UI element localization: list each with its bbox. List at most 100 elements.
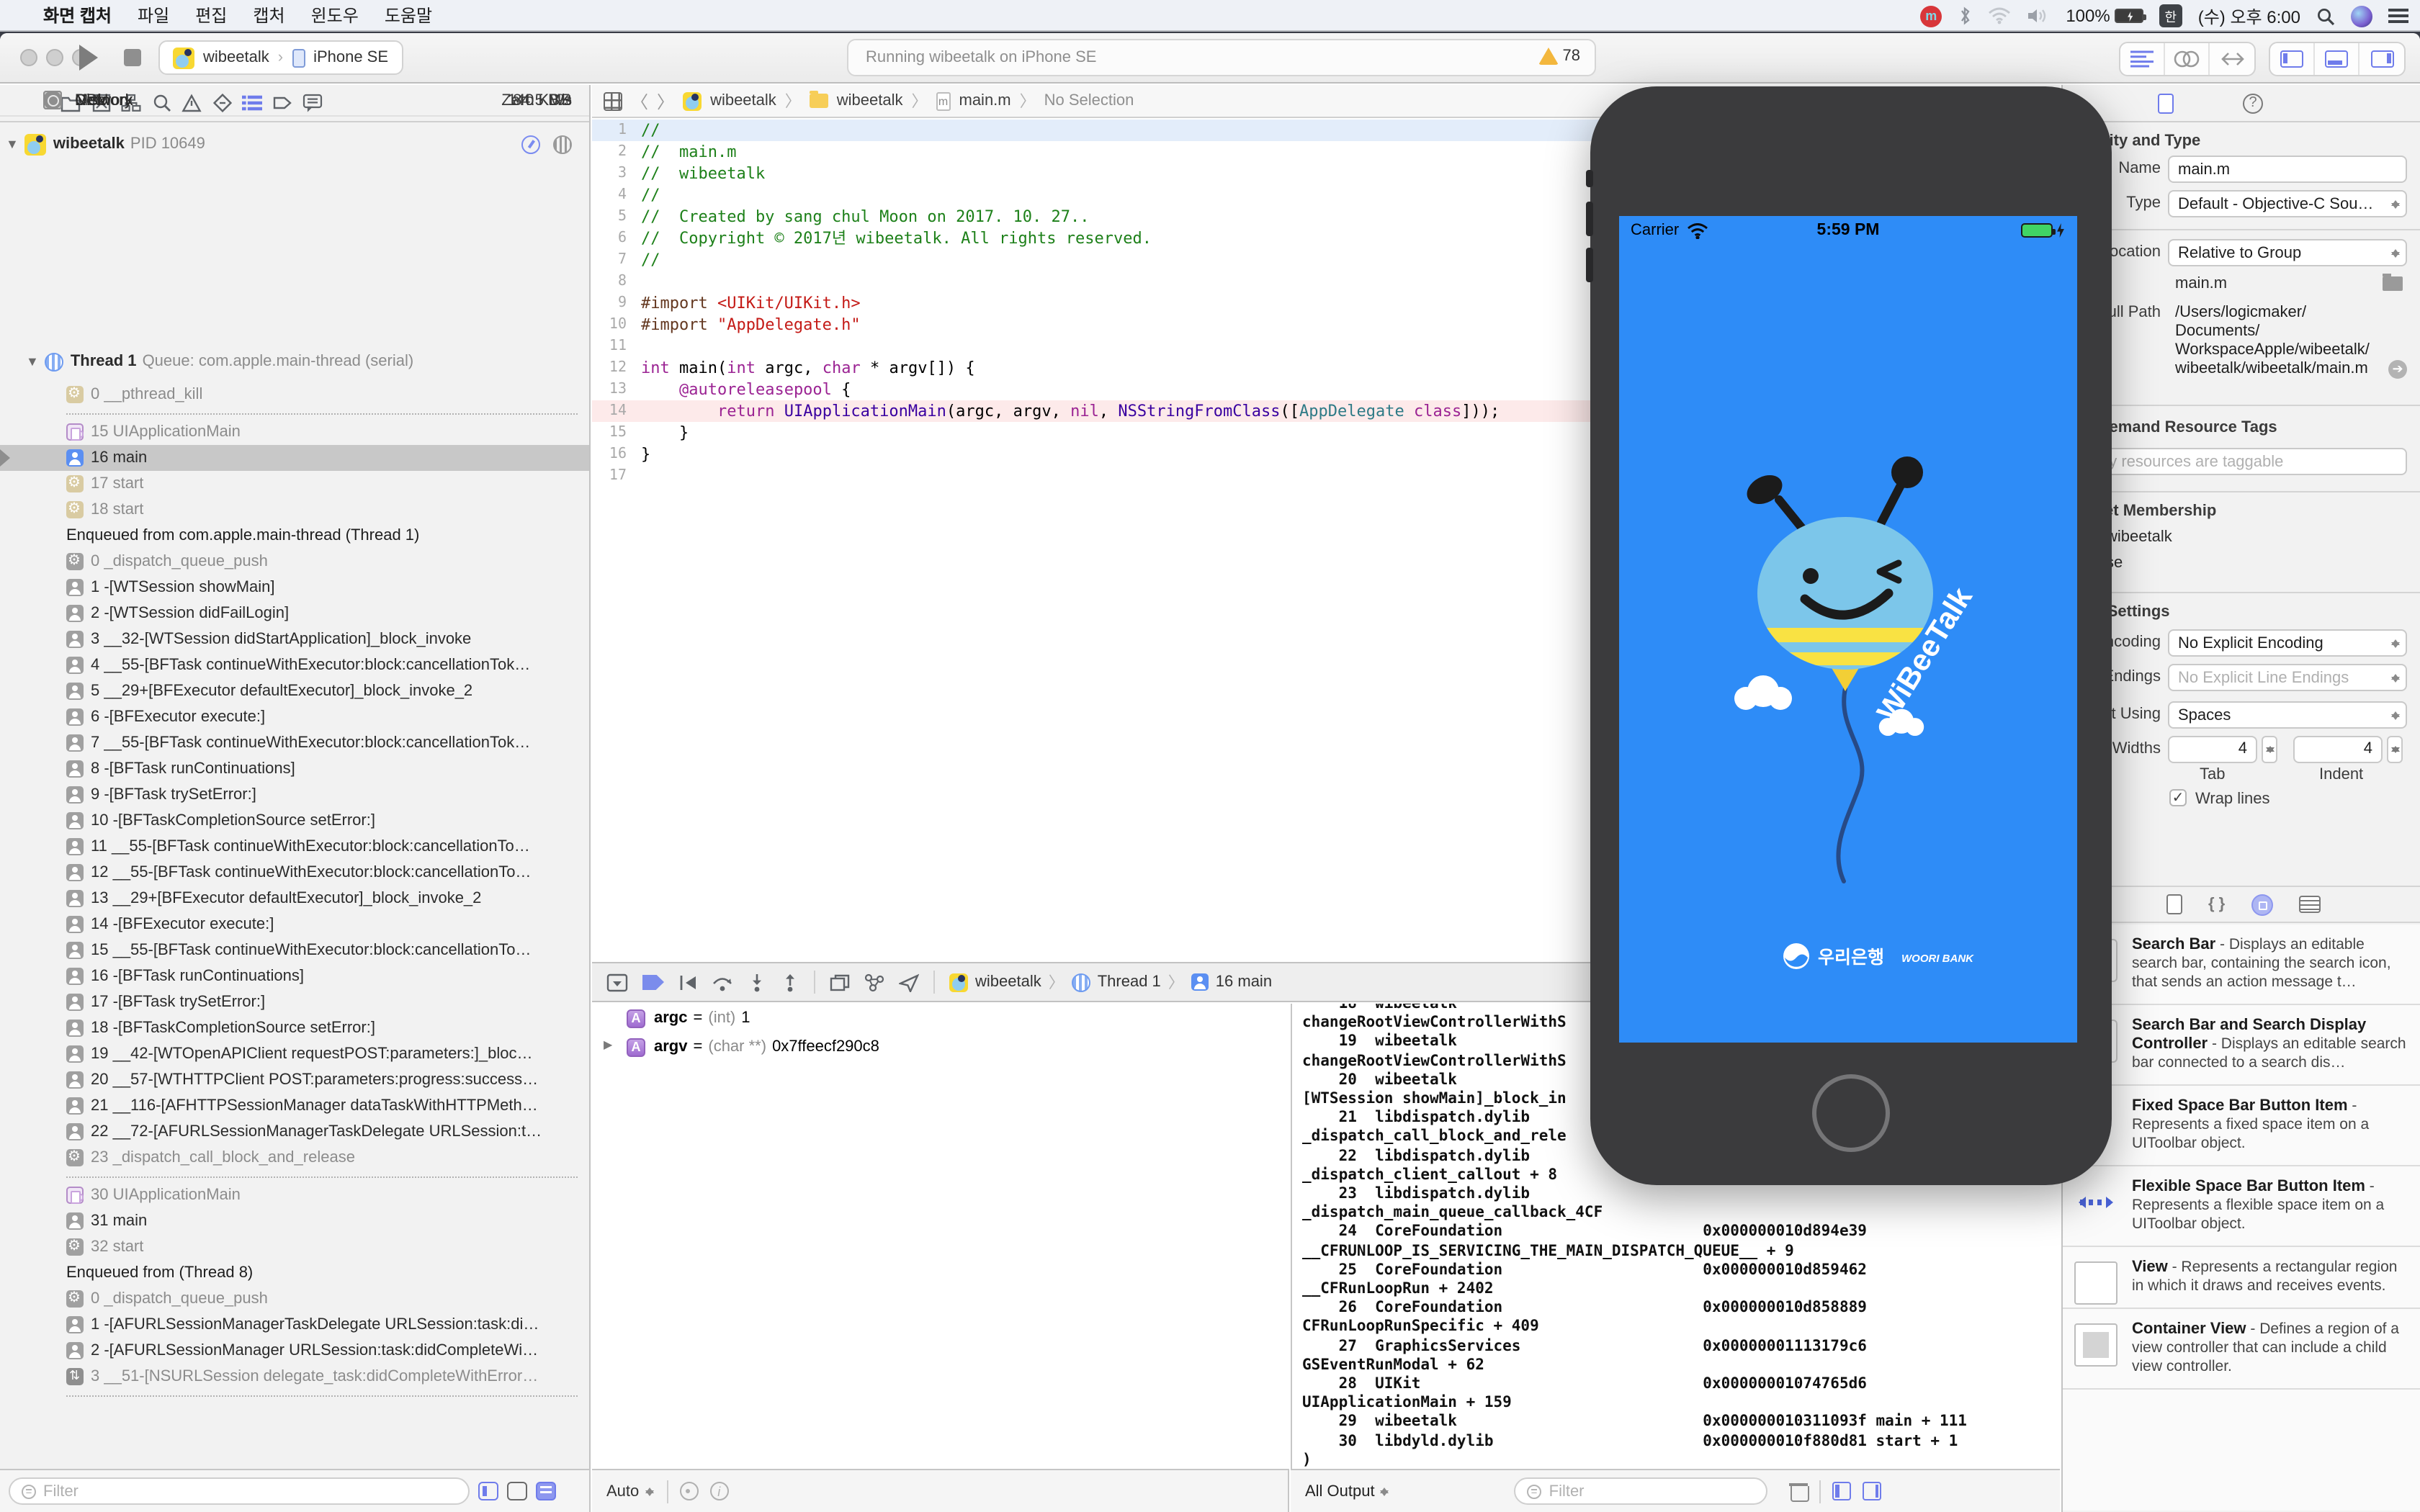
thread-row[interactable]: ▼ Thread 1 Queue: com.apple.main-thread … (0, 347, 589, 376)
menu-item[interactable]: 캡처 (253, 3, 284, 27)
console-filter-input[interactable]: Filter (1515, 1477, 1768, 1505)
gauge-icon[interactable] (521, 135, 540, 153)
notification-center-icon[interactable] (2388, 9, 2408, 23)
menubar-app-icon[interactable]: m (1920, 5, 1942, 27)
siri-icon[interactable] (2351, 5, 2372, 27)
stack-frame-row[interactable]: 7 __55-[BFTask continueWithExecutor:bloc… (0, 730, 589, 756)
variable-scope-dropdown[interactable]: Auto (606, 1482, 655, 1500)
stack-frame-row[interactable]: 0 __pthread_kill (0, 382, 589, 408)
stop-button[interactable] (124, 49, 141, 66)
wifi-off-icon[interactable] (1988, 7, 2011, 24)
breadcrumb-group[interactable]: wibeetalk (837, 92, 903, 109)
menu-item[interactable]: 도움말 (385, 3, 432, 27)
wrap-lines-checkbox[interactable]: ✓ (2169, 789, 2187, 806)
library-item[interactable]: Flexible Space Bar Button Item - Represe… (2063, 1166, 2420, 1247)
file-inspector-tab[interactable] (2158, 93, 2174, 113)
related-items-icon[interactable] (604, 91, 622, 110)
forward-button[interactable]: 〉 (657, 89, 674, 113)
breakpoints-toggle-button[interactable] (642, 974, 664, 990)
show-variables-pane-icon[interactable] (1833, 1482, 1852, 1500)
stack-frame-row[interactable]: 17 start (0, 471, 589, 497)
volume-icon[interactable] (2027, 7, 2050, 24)
code-snippet-library-tab[interactable]: { } (2208, 896, 2225, 913)
stack-frame-row[interactable]: 32 start (0, 1234, 589, 1260)
tab-width-stepper[interactable] (2262, 736, 2277, 763)
file-template-library-tab[interactable] (2166, 894, 2182, 914)
show-running-blocks-icon[interactable] (507, 1482, 527, 1500)
location-dropdown[interactable]: Relative to Group (2168, 239, 2407, 266)
close-window-button[interactable] (20, 49, 37, 66)
quicklook-icon[interactable] (679, 1482, 698, 1500)
stack-frame-row[interactable]: 13 __29+[BFExecutor defaultExecutor]_blo… (0, 886, 589, 912)
stack-frame-row[interactable]: 21 __116-[AFHTTPSessionManager dataTaskW… (0, 1093, 589, 1119)
warning-count[interactable]: 78 (1538, 48, 1581, 65)
indent-width-field[interactable]: 4 (2293, 736, 2383, 763)
info-icon[interactable]: i (709, 1482, 728, 1500)
stack-frame-row[interactable]: 2 -[WTSession didFailLogin] (0, 600, 589, 626)
library-item[interactable]: View - Represents a rectangular region i… (2063, 1247, 2420, 1309)
menu-item[interactable]: 파일 (138, 3, 169, 27)
type-dropdown[interactable]: Default - Objective-C Sou… (2168, 190, 2407, 217)
stack-frame-row[interactable]: 10 -[BFTaskCompletionSource setError:] (0, 808, 589, 834)
menu-item[interactable]: 화면 캡처 (43, 3, 112, 27)
toggle-navigator-button[interactable] (2270, 43, 2315, 75)
view-mode-icon[interactable] (536, 1482, 556, 1500)
memory-graph-button[interactable] (864, 973, 884, 991)
stack-frame-row[interactable]: 30 UIApplicationMain (0, 1182, 589, 1208)
stack-frame-row[interactable]: 16 main (0, 445, 589, 471)
navigator-filter-input[interactable]: Filter (9, 1477, 470, 1505)
clear-console-icon[interactable] (1791, 1482, 1809, 1500)
show-crashed-threads-icon[interactable] (478, 1482, 498, 1500)
stack-frame-row[interactable]: 20 __57-[WTHTTPClient POST:parameters:pr… (0, 1067, 589, 1093)
stack-frame-row[interactable]: 4 __55-[BFTask continueWithExecutor:bloc… (0, 652, 589, 678)
library-item[interactable]: Search Bar - Displays an editable search… (2063, 924, 2420, 1005)
stack-frame-row[interactable] (0, 408, 589, 419)
variable-row[interactable]: A argv= (char **) 0x7ffeecf290c8 (592, 1032, 1289, 1061)
stack-frame-row[interactable]: 1 -[AFURLSessionManagerTaskDelegate URLS… (0, 1312, 589, 1338)
stack-frame-row[interactable]: 6 -[BFExecutor execute:] (0, 704, 589, 730)
bluetooth-icon[interactable] (1958, 6, 1972, 26)
stack-frame-row[interactable]: 31 main (0, 1208, 589, 1234)
stack-frame-row[interactable]: Enqueued from com.apple.main-thread (Thr… (0, 523, 589, 549)
view-debugger-button[interactable] (830, 973, 850, 991)
stack-frame-row[interactable]: 18 start (0, 497, 589, 523)
toggle-inspector-button[interactable] (2360, 43, 2404, 75)
library-item[interactable]: Fixed Space Bar Button Item - Represents… (2063, 1086, 2420, 1166)
assistant-editor-button[interactable] (2165, 43, 2210, 75)
line-endings-dropdown[interactable]: No Explicit Line Endings (2168, 664, 2407, 691)
library-item[interactable]: Container View - Defines a region of a v… (2063, 1309, 2420, 1390)
stack-frame-row[interactable]: 19 __42-[WTOpenAPIClient requestPOST:par… (0, 1041, 589, 1067)
toggle-debug-area-button[interactable] (2315, 43, 2360, 75)
stack-frame-row[interactable]: 22 __72-[AFURLSessionManagerTaskDelegate… (0, 1119, 589, 1145)
breadcrumb-file[interactable]: main.m (959, 92, 1011, 109)
library-item[interactable]: Search Bar and Search Display Controller… (2063, 1005, 2420, 1086)
menubar-clock[interactable]: (수) 오후 6:00 (2198, 4, 2300, 28)
input-source-icon[interactable]: 한 (2159, 4, 2182, 27)
breadcrumb-selection[interactable]: No Selection (1044, 92, 1134, 109)
step-over-button[interactable] (712, 973, 733, 991)
stack-frame-row[interactable]: 23 _dispatch_call_block_and_release (0, 1145, 589, 1171)
object-library-tab[interactable] (2251, 894, 2272, 915)
stack-frame-row[interactable]: 1 -[WTSession showMain] (0, 575, 589, 600)
stack-frame-row[interactable]: Enqueued from (Thread 8) (0, 1260, 589, 1286)
stack-frame-row[interactable] (0, 1390, 589, 1401)
stack-frame-row[interactable]: 11 __55-[BFTask continueWithExecutor:blo… (0, 834, 589, 860)
target-row[interactable]: se (2106, 554, 2172, 580)
home-button[interactable] (1812, 1074, 1890, 1152)
name-field[interactable]: main.m (2168, 156, 2407, 183)
open-path-arrow-icon[interactable]: ➔ (2388, 360, 2407, 379)
version-editor-button[interactable] (2210, 43, 2254, 75)
stack-frame-row[interactable]: 9 -[BFTask trySetError:] (0, 782, 589, 808)
stack-frame-row[interactable]: 0 _dispatch_queue_push (0, 549, 589, 575)
hide-debug-area-button[interactable] (606, 973, 628, 991)
step-into-button[interactable] (748, 973, 766, 991)
variable-row[interactable]: A argc= (int) 1 (592, 1004, 1289, 1032)
process-row[interactable]: ▼ wibeetalk PID 10649 (0, 128, 589, 160)
stack-frame-row[interactable] (0, 1171, 589, 1182)
stack-frame-row[interactable]: 15 __55-[BFTask continueWithExecutor:blo… (0, 937, 589, 963)
stack-frame-row[interactable]: 12 __55-[BFTask continueWithExecutor:blo… (0, 860, 589, 886)
stack-frame-row[interactable]: 15 UIApplicationMain (0, 419, 589, 445)
menu-item[interactable]: 편집 (195, 3, 227, 27)
stack-frame-row[interactable]: 17 -[BFTask trySetError:] (0, 989, 589, 1015)
menu-item[interactable]: 윈도우 (311, 3, 359, 27)
